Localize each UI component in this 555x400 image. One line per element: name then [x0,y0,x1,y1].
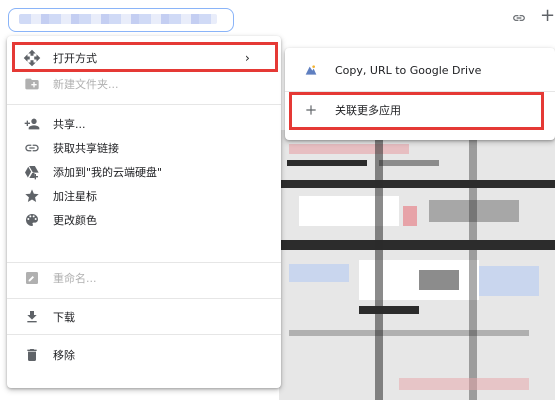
link-icon [23,139,41,157]
submenu-item-label: Copy, URL to Google Drive [335,63,482,77]
open-with-submenu: Copy, URL to Google Drive 关联更多应用 [285,48,555,140]
drive-add-icon [23,163,41,181]
menu-item-change-color[interactable]: 更改颜色 [7,204,281,236]
menu-item-download[interactable]: 下载 [7,301,281,333]
top-bar: + [0,0,555,38]
trash-icon [23,346,41,364]
star-icon [23,187,41,205]
menu-item-label: 打开方式 [53,52,97,65]
menu-item-label: 获取共享链接 [53,142,119,155]
menu-item-label: 添加到"我的云端硬盘" [53,166,163,179]
submenu-divider [285,91,555,92]
link-icon[interactable] [510,11,528,25]
menu-item-remove[interactable]: 移除 [7,339,281,371]
menu-item-new-folder[interactable]: 新建文件夹... [7,68,281,100]
app-icon [303,62,319,78]
download-icon [23,308,41,326]
person-add-icon [23,115,41,133]
plus-icon [303,102,319,118]
submenu-item-label: 关联更多应用 [335,104,401,117]
open-with-icon [23,49,41,67]
menu-item-label: 重命名... [53,272,97,285]
new-folder-icon [23,75,41,93]
file-grid-preview [279,130,555,400]
menu-item-label: 加注星标 [53,190,97,203]
menu-divider [7,334,281,335]
menu-item-label: 移除 [53,349,75,362]
rename-icon [23,269,41,287]
search-input[interactable] [8,8,234,32]
submenu-item-connect-more-apps[interactable]: 关联更多应用 [285,94,555,126]
menu-item-rename[interactable]: 重命名... [7,262,281,294]
submenu-item-copy-url[interactable]: Copy, URL to Google Drive [285,54,555,86]
obscured-search-text [19,14,217,24]
add-icon[interactable]: + [540,6,555,26]
context-menu: 打开方式 › 新建文件夹... 共享... 获取共享链接 添加到"我的云端硬盘"… [7,36,281,388]
menu-divider [7,298,281,299]
menu-item-label: 共享... [53,118,86,131]
menu-item-label: 下载 [53,311,75,324]
chevron-right-icon: › [245,51,250,65]
palette-icon [23,211,41,229]
menu-item-label: 更改颜色 [53,214,97,227]
menu-item-label: 新建文件夹... [53,78,119,91]
menu-divider [7,104,281,105]
